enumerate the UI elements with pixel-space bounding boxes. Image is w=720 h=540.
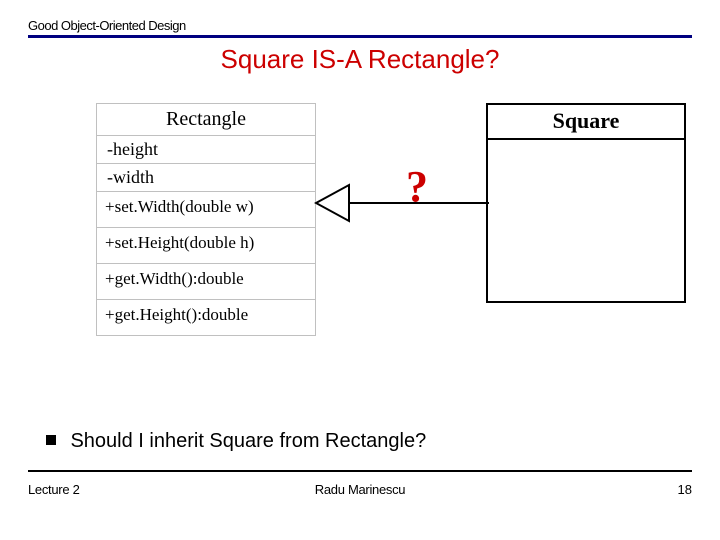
question-mark: ? [406,161,428,212]
bullet-icon [46,435,56,445]
uml-class-square: Square [486,103,686,303]
uml-rectangle-method: +set.Height(double h) [97,228,315,264]
bullet-item: Should I inherit Square from Rectangle? [46,430,426,453]
header-divider [28,35,692,38]
uml-class-rectangle: Rectangle -height -width +set.Width(doub… [96,103,316,336]
inheritance-arrow-icon [314,173,494,233]
footer-divider [28,470,692,472]
uml-rectangle-classname: Rectangle [97,104,315,136]
uml-square-classname: Square [488,105,684,140]
footer-page-number: 18 [678,482,692,497]
page-title: Square IS-A Rectangle? [28,44,692,75]
bullet-text: Should I inherit Square from Rectangle? [70,430,426,452]
footer-center: Radu Marinescu [0,482,720,497]
uml-rectangle-method: +get.Width():double [97,264,315,300]
diagram-area: Rectangle -height -width +set.Width(doub… [36,103,676,363]
uml-rectangle-method: +get.Height():double [97,300,315,335]
uml-rectangle-attr: -width [97,164,315,192]
uml-rectangle-attr: -height [97,136,315,164]
header-label: Good Object-Oriented Design [28,18,692,33]
uml-rectangle-method: +set.Width(double w) [97,192,315,228]
